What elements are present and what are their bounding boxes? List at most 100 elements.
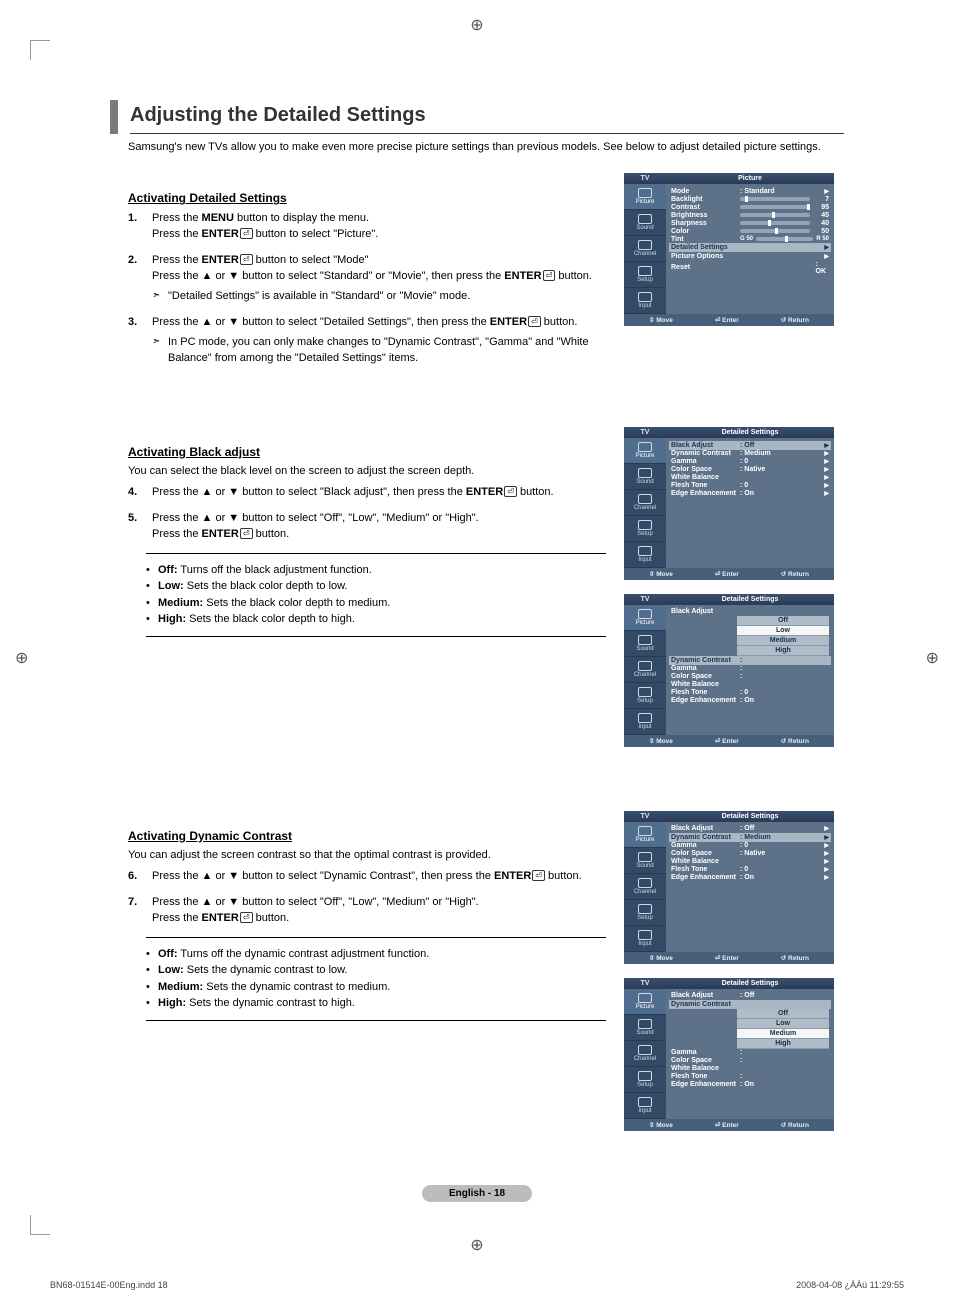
step-list-detailed: Press the MENU button to display the men… [128,211,606,367]
osd-side-tab: Channel [624,874,666,900]
option-item: Medium: Sets the dynamic contrast to med… [146,979,606,996]
step-item: Press the ▲ or ▼ button to select "Off",… [128,511,606,543]
step-item: Press the ▲ or ▼ button to select "Off",… [128,895,606,927]
registration-mark-icon: ⊕ [15,648,28,668]
osd-foot-move: ⇳ Move [649,737,673,745]
step-list-black: Press the ▲ or ▼ button to select "Black… [128,485,606,543]
section-subtitle: You can adjust the screen contrast so th… [128,849,606,861]
option-item: High: Sets the black color depth to high… [146,611,606,628]
section-heading: Activating Dynamic Contrast [128,829,606,843]
osd-foot-return: ↺ Return [781,570,809,578]
osd-side-tab: Sound [624,848,666,874]
osd-side-tab: Sound [624,631,666,657]
osd-foot-return: ↺ Return [781,737,809,745]
enter-icon: ⏎ [240,254,253,265]
osd-dropdown-item: Medium [737,636,829,646]
option-item: Medium: Sets the black color depth to me… [146,595,606,612]
osd-side-tab: Picture [624,989,666,1015]
section-heading: Activating Detailed Settings [128,191,606,205]
osd-side-tab: Input [624,1093,666,1119]
osd-side-tab: Channel [624,657,666,683]
osd-side-tab: Sound [624,210,666,236]
osd-detailed-menu-a: TVDetailed SettingsPictureSoundChannelSe… [624,427,844,580]
enter-icon: ⏎ [532,870,545,881]
intro-text: Samsung's new TVs allow you to make even… [128,140,844,155]
osd-side-tab: Setup [624,516,666,542]
registration-mark-icon: ⊕ [470,1235,483,1255]
osd-side-tab: Setup [624,262,666,288]
osd-detailed-menu-c: TVDetailed SettingsPictureSoundChannelSe… [624,811,844,964]
option-item: Low: Sets the dynamic contrast to low. [146,962,606,979]
osd-side-tab: Setup [624,1067,666,1093]
step-item: Press the ▲ or ▼ button to select "Black… [128,485,606,501]
step-item: Press the ENTER⏎ button to select "Mode"… [128,253,606,305]
title-block: Adjusting the Detailed Settings [110,100,844,134]
step-item: Press the MENU button to display the men… [128,211,606,243]
option-item: Off: Turns off the dynamic contrast adju… [146,946,606,963]
osd-side-tab: Channel [624,1041,666,1067]
option-description-list: Off: Turns off the dynamic contrast adju… [146,937,606,1021]
osd-side-tab: Picture [624,438,666,464]
section-subtitle: You can select the black level on the sc… [128,465,606,477]
osd-side-tab: Input [624,288,666,314]
osd-dropdown-item: Low [737,626,829,636]
print-footer: BN68-01514E-00Eng.indd 18 2008-04-08 ¿ÀÀ… [50,1280,904,1290]
osd-foot-move: ⇳ Move [649,316,673,324]
osd-foot-move: ⇳ Move [649,570,673,578]
osd-detailed-menu-b: TVDetailed SettingsPictureSoundChannelSe… [624,594,844,747]
page-number: English - 18 [422,1185,532,1202]
osd-detailed-menu-d: TVDetailed SettingsPictureSoundChannelSe… [624,978,844,1131]
osd-side-tab: Setup [624,683,666,709]
step-list-dynamic: Press the ▲ or ▼ button to select "Dynam… [128,869,606,927]
osd-dropdown-item: Off [737,616,829,626]
enter-icon: ⏎ [240,228,253,239]
option-item: Low: Sets the black color depth to low. [146,578,606,595]
osd-side-tab: Picture [624,822,666,848]
osd-picture-menu: TVPicturePictureSoundChannelSetupInputMo… [624,173,844,377]
osd-side-tab: Setup [624,900,666,926]
osd-foot-return: ↺ Return [781,316,809,324]
crop-mark [30,1215,50,1235]
footer-timestamp: 2008-04-08 ¿ÀÀü 11:29:55 [796,1280,904,1290]
osd-side-tab: Sound [624,464,666,490]
enter-icon: ⏎ [240,912,253,923]
osd-dropdown-item: High [737,646,829,656]
osd-side-tab: Channel [624,236,666,262]
option-item: Off: Turns off the black adjustment func… [146,562,606,579]
osd-foot-enter: ⏎ Enter [715,954,739,962]
note: In PC mode, you can only make changes to… [152,335,606,367]
option-description-list: Off: Turns off the black adjustment func… [146,553,606,637]
option-item: High: Sets the dynamic contrast to high. [146,995,606,1012]
osd-side-tab: Input [624,926,666,952]
footer-file: BN68-01514E-00Eng.indd 18 [50,1280,168,1290]
osd-foot-return: ↺ Return [781,954,809,962]
osd-dropdown-item: Off [737,1009,829,1019]
registration-mark-icon: ⊕ [470,15,483,35]
enter-icon: ⏎ [543,270,556,281]
step-item: Press the ▲ or ▼ button to select "Detai… [128,315,606,367]
osd-side-tab: Channel [624,490,666,516]
note: "Detailed Settings" is available in "Sta… [152,289,606,305]
osd-foot-enter: ⏎ Enter [715,1121,739,1129]
osd-foot-enter: ⏎ Enter [715,570,739,578]
osd-dropdown-item: Low [737,1019,829,1029]
osd-foot-enter: ⏎ Enter [715,737,739,745]
osd-foot-return: ↺ Return [781,1121,809,1129]
osd-side-tab: Picture [624,184,666,210]
enter-icon: ⏎ [528,316,541,327]
enter-icon: ⏎ [240,528,253,539]
osd-foot-move: ⇳ Move [649,1121,673,1129]
enter-icon: ⏎ [504,486,517,497]
osd-dropdown-item: High [737,1039,829,1049]
step-item: Press the ▲ or ▼ button to select "Dynam… [128,869,606,885]
osd-side-tab: Input [624,709,666,735]
osd-side-tab: Sound [624,1015,666,1041]
osd-dropdown-item: Medium [737,1029,829,1039]
crop-mark [30,40,50,60]
page-title: Adjusting the Detailed Settings [130,104,844,134]
section-heading: Activating Black adjust [128,445,606,459]
osd-side-tab: Picture [624,605,666,631]
osd-side-tab: Input [624,542,666,568]
registration-mark-icon: ⊕ [926,648,939,668]
osd-foot-enter: ⏎ Enter [715,316,739,324]
